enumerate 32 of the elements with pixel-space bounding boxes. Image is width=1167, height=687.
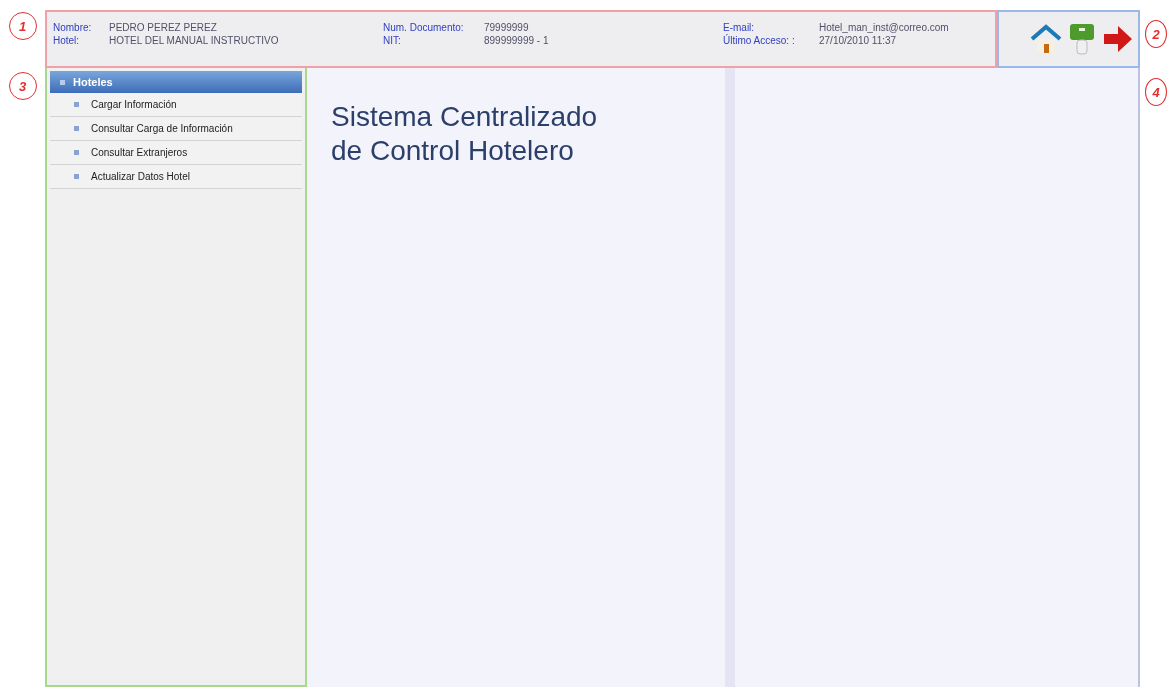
sidebar-title: Hoteles: [73, 76, 113, 88]
field-value: Hotel_man_inst@correo.com: [819, 22, 949, 33]
field-label: E-mail:: [723, 22, 756, 33]
field-value: PEDRO PEREZ PEREZ: [109, 22, 217, 33]
arrow-icon[interactable]: [1102, 24, 1134, 54]
field-label: Hotel:: [53, 35, 81, 46]
callout-number: 4: [1145, 78, 1167, 106]
home-icon[interactable]: [1030, 23, 1062, 55]
bullet-icon: [74, 126, 79, 131]
bullet-icon: [74, 174, 79, 179]
callout-number: 2: [1145, 20, 1167, 48]
key-icon[interactable]: [1068, 22, 1096, 56]
field-value: 79999999: [484, 22, 529, 33]
field-label: Último Acceso: :: [723, 35, 796, 46]
field-value: HOTEL DEL MANUAL INSTRUCTIVO: [109, 35, 279, 46]
sidebar-header[interactable]: Hoteles: [50, 71, 302, 93]
callout-number: 1: [8, 12, 37, 40]
field-label: NIT:: [383, 35, 402, 46]
menu-link[interactable]: Cargar Información: [91, 99, 177, 110]
bullet-icon: [60, 79, 65, 85]
callout-number: 3: [8, 72, 37, 100]
bullet-icon: [74, 102, 79, 107]
bullet-icon: [74, 150, 79, 155]
field-value: 899999999 - 1: [484, 35, 549, 46]
field-label: Nombre:: [53, 22, 93, 33]
menu-link[interactable]: Actualizar Datos Hotel: [91, 171, 190, 182]
menu-link[interactable]: Consultar Carga de Información: [91, 123, 233, 134]
field-value: 27/10/2010 11:37: [819, 35, 897, 46]
menu-link[interactable]: Consultar Extranjeros: [91, 147, 188, 158]
page-title: de Control Hotelero: [331, 134, 575, 168]
page-title: Sistema Centralizado: [331, 100, 599, 134]
field-label: Num. Documento:: [383, 22, 465, 33]
